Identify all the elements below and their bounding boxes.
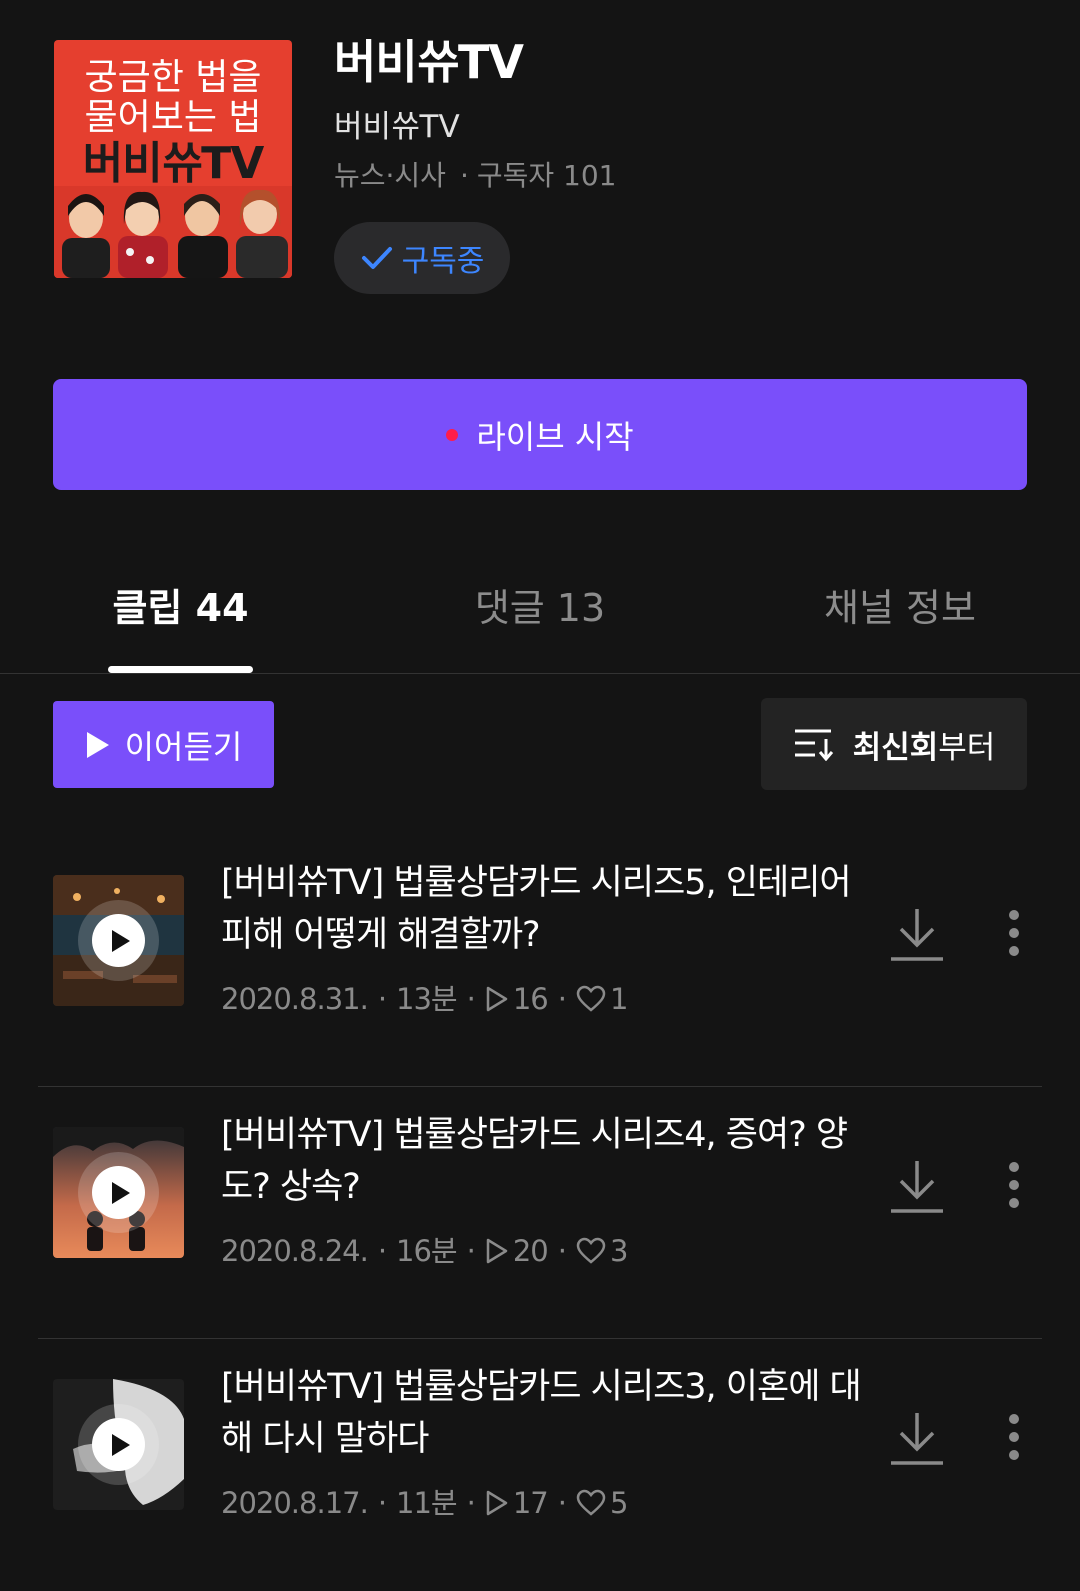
episode-meta: 2020.8.31. · 13분 · 16 · 1 xyxy=(221,977,628,1021)
episode-item[interactable]: [버비쓔TV] 법률상담카드 시리즈4, 증여? 양도? 상속? 2020.8.… xyxy=(0,1087,1080,1339)
episode-item[interactable]: [버비쓔TV] 법률상담카드 시리즈5, 인테리어 피해 어떻게 해결할까? 2… xyxy=(0,835,1080,1087)
play-icon xyxy=(112,930,130,952)
sort-order-label: 최신회부터 xyxy=(853,722,996,767)
cover-text-line-1: 궁금한 법을 xyxy=(84,57,262,98)
play-icon xyxy=(112,1434,130,1456)
more-options-icon[interactable] xyxy=(996,907,1032,959)
download-icon[interactable] xyxy=(889,1405,945,1471)
episode-date: 2020.8.24. xyxy=(221,1234,369,1268)
episode-date: 2020.8.17. xyxy=(221,1486,369,1520)
checkmark-icon xyxy=(361,247,392,269)
episode-duration: 16분 xyxy=(396,1234,458,1268)
episode-item[interactable]: [버비쓔TV] 법률상담카드 시리즈3, 이혼에 대해 다시 말하다 2020.… xyxy=(0,1339,1080,1591)
episode-likes: 1 xyxy=(609,982,628,1016)
episode-meta: 2020.8.24. · 16분 · 20 · 3 xyxy=(221,1229,628,1273)
channel-title: 버비쓔TV xyxy=(334,35,524,89)
tab-channel-info[interactable]: 채널 정보 xyxy=(800,580,1000,636)
sort-order-rest: 부터 xyxy=(938,729,996,766)
episode-duration: 13분 xyxy=(396,982,458,1016)
play-icon xyxy=(112,1182,130,1204)
episode-duration: 11분 xyxy=(396,1486,458,1520)
heart-icon xyxy=(576,1237,606,1264)
episode-thumbnail[interactable] xyxy=(53,1127,184,1258)
channel-cover-image: 궁금한 법을 물어보는 법 버비쓔TV xyxy=(54,40,292,278)
download-icon[interactable] xyxy=(889,901,945,967)
sort-icon xyxy=(794,729,833,761)
cover-text-line-3: 버비쓔TV xyxy=(82,138,265,189)
play-button[interactable] xyxy=(92,1418,145,1471)
episode-title[interactable]: [버비쓔TV] 법률상담카드 시리즈3, 이혼에 대해 다시 말하다 xyxy=(221,1361,862,1465)
channel-category: 뉴스·시사 xyxy=(334,159,446,192)
episode-plays: 20 xyxy=(512,1234,549,1268)
episode-likes: 5 xyxy=(609,1486,628,1520)
episode-date: 2020.8.31. xyxy=(221,982,369,1016)
episode-title[interactable]: [버비쓔TV] 법률상담카드 시리즈5, 인테리어 피해 어떻게 해결할까? xyxy=(221,857,861,961)
subscribe-label: 구독중 xyxy=(401,244,485,279)
live-dot-icon xyxy=(446,428,459,441)
episode-plays: 17 xyxy=(512,1486,549,1520)
heart-icon xyxy=(576,985,606,1012)
tab-divider xyxy=(0,673,1080,674)
sort-order-bold: 최신회 xyxy=(852,729,939,766)
start-live-button[interactable]: 라이브 시작 xyxy=(53,379,1027,490)
download-icon[interactable] xyxy=(889,1153,945,1219)
episode-meta: 2020.8.17. · 11분 · 17 · 5 xyxy=(221,1481,628,1525)
more-options-icon[interactable] xyxy=(996,1411,1032,1463)
play-count-icon xyxy=(486,1238,508,1264)
active-tab-indicator xyxy=(108,666,253,673)
cover-text-line-2: 물어보는 법 xyxy=(84,97,262,138)
heart-icon xyxy=(576,1489,606,1516)
channel-subscribers: 구독자 101 xyxy=(476,159,617,192)
episode-plays: 16 xyxy=(512,982,549,1016)
episode-thumbnail[interactable] xyxy=(53,1379,184,1510)
episode-title[interactable]: [버비쓔TV] 법률상담카드 시리즈4, 증여? 양도? 상속? xyxy=(221,1109,861,1213)
play-button[interactable] xyxy=(92,914,145,967)
start-live-label: 라이브 시작 xyxy=(476,417,634,456)
sort-order-button[interactable]: 최신회부터 xyxy=(761,698,1027,790)
play-count-icon xyxy=(486,1490,508,1516)
cover-hosts-illustration xyxy=(54,186,292,278)
play-icon xyxy=(86,731,109,758)
episode-likes: 3 xyxy=(609,1234,628,1268)
tab-clips[interactable]: 클립 44 xyxy=(108,580,253,636)
more-options-icon[interactable] xyxy=(996,1159,1032,1211)
resume-listening-label: 이어듣기 xyxy=(124,727,243,766)
channel-author[interactable]: 버비쓔TV xyxy=(334,106,460,148)
play-count-icon xyxy=(486,986,508,1012)
play-button[interactable] xyxy=(92,1166,145,1219)
tab-comments[interactable]: 댓글 13 xyxy=(440,580,640,636)
resume-listening-button[interactable]: 이어듣기 xyxy=(53,701,274,788)
episode-thumbnail[interactable] xyxy=(53,875,184,1006)
subscribe-button[interactable]: 구독중 xyxy=(334,222,510,294)
channel-meta: 뉴스·시사 · 구독자 101 xyxy=(334,159,617,192)
